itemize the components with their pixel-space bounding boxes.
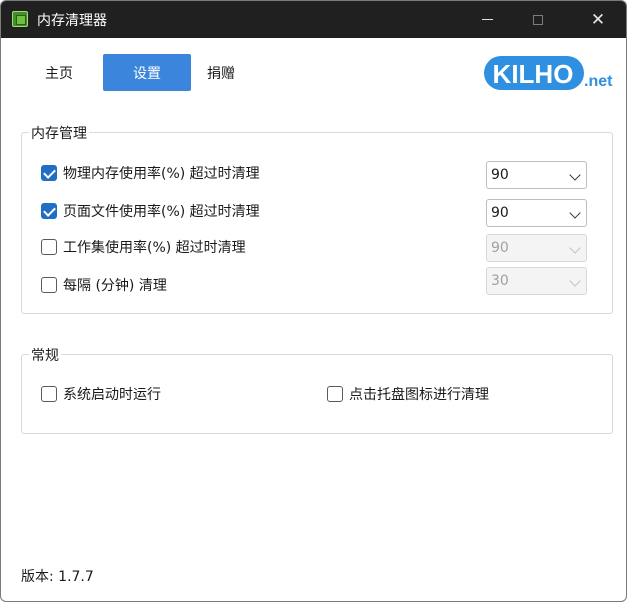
working-set-option[interactable]: 工作集使用率(%) 超过时清理 bbox=[41, 237, 246, 257]
chevron-down-icon bbox=[569, 169, 581, 181]
page-file-option[interactable]: 页面文件使用率(%) 超过时清理 bbox=[41, 201, 260, 221]
general-group-title: 常规 bbox=[29, 345, 61, 365]
close-button[interactable]: ✕ bbox=[575, 1, 621, 38]
tray-clean-option[interactable]: 点击托盘图标进行清理 bbox=[327, 384, 489, 404]
interval-checkbox[interactable] bbox=[41, 277, 57, 293]
interval-label: 每隔 (分钟) 清理 bbox=[63, 278, 167, 294]
maximize-button[interactable] bbox=[515, 1, 561, 38]
window-title: 内存清理器 bbox=[37, 13, 107, 29]
logo-suffix: .net bbox=[584, 73, 613, 90]
kilho-logo[interactable]: KILHO .net bbox=[483, 54, 615, 92]
physical-memory-label: 物理内存使用率(%) 超过时清理 bbox=[63, 166, 260, 182]
version-label: 版本: 1.7.7 bbox=[21, 569, 94, 585]
physical-memory-checkbox[interactable] bbox=[41, 165, 57, 181]
logo-text: KILHO bbox=[493, 59, 574, 89]
close-icon: ✕ bbox=[590, 9, 606, 30]
tray-clean-checkbox[interactable] bbox=[327, 386, 343, 402]
working-set-threshold-select: 90 bbox=[486, 234, 587, 262]
memory-group-title: 内存管理 bbox=[29, 123, 89, 143]
working-set-label: 工作集使用率(%) 超过时清理 bbox=[63, 240, 246, 256]
page-file-checkbox[interactable] bbox=[41, 203, 57, 219]
interval-option[interactable]: 每隔 (分钟) 清理 bbox=[41, 275, 167, 295]
chevron-down-icon bbox=[569, 275, 581, 287]
chevron-down-icon bbox=[569, 207, 581, 219]
interval-minutes-value: 30 bbox=[491, 273, 509, 289]
minimize-button[interactable] bbox=[464, 1, 510, 38]
page-file-threshold-select[interactable]: 90 bbox=[486, 199, 587, 227]
memory-chip-icon bbox=[12, 11, 28, 27]
physical-memory-threshold-select[interactable]: 90 bbox=[486, 161, 587, 189]
physical-memory-option[interactable]: 物理内存使用率(%) 超过时清理 bbox=[41, 163, 260, 183]
physical-memory-threshold-value: 90 bbox=[491, 167, 509, 183]
tab-donate[interactable]: 捐赠 bbox=[177, 54, 265, 91]
tab-home[interactable]: 主页 bbox=[15, 54, 103, 91]
startup-label: 系统启动时运行 bbox=[63, 387, 161, 403]
title-bar[interactable]: 内存清理器 ✕ bbox=[1, 1, 626, 38]
working-set-checkbox[interactable] bbox=[41, 239, 57, 255]
app-window: 内存清理器 ✕ 主页 设置 捐赠 KILHO .net 内存管理 物理内存使用率… bbox=[0, 0, 627, 602]
startup-option[interactable]: 系统启动时运行 bbox=[41, 384, 161, 404]
minimize-icon bbox=[481, 19, 493, 20]
chevron-down-icon bbox=[569, 242, 581, 254]
interval-minutes-select: 30 bbox=[486, 267, 587, 295]
maximize-icon bbox=[533, 14, 543, 25]
page-file-threshold-value: 90 bbox=[491, 205, 509, 221]
page-file-label: 页面文件使用率(%) 超过时清理 bbox=[63, 204, 260, 220]
startup-checkbox[interactable] bbox=[41, 386, 57, 402]
working-set-threshold-value: 90 bbox=[491, 240, 509, 256]
tray-clean-label: 点击托盘图标进行清理 bbox=[349, 387, 489, 403]
